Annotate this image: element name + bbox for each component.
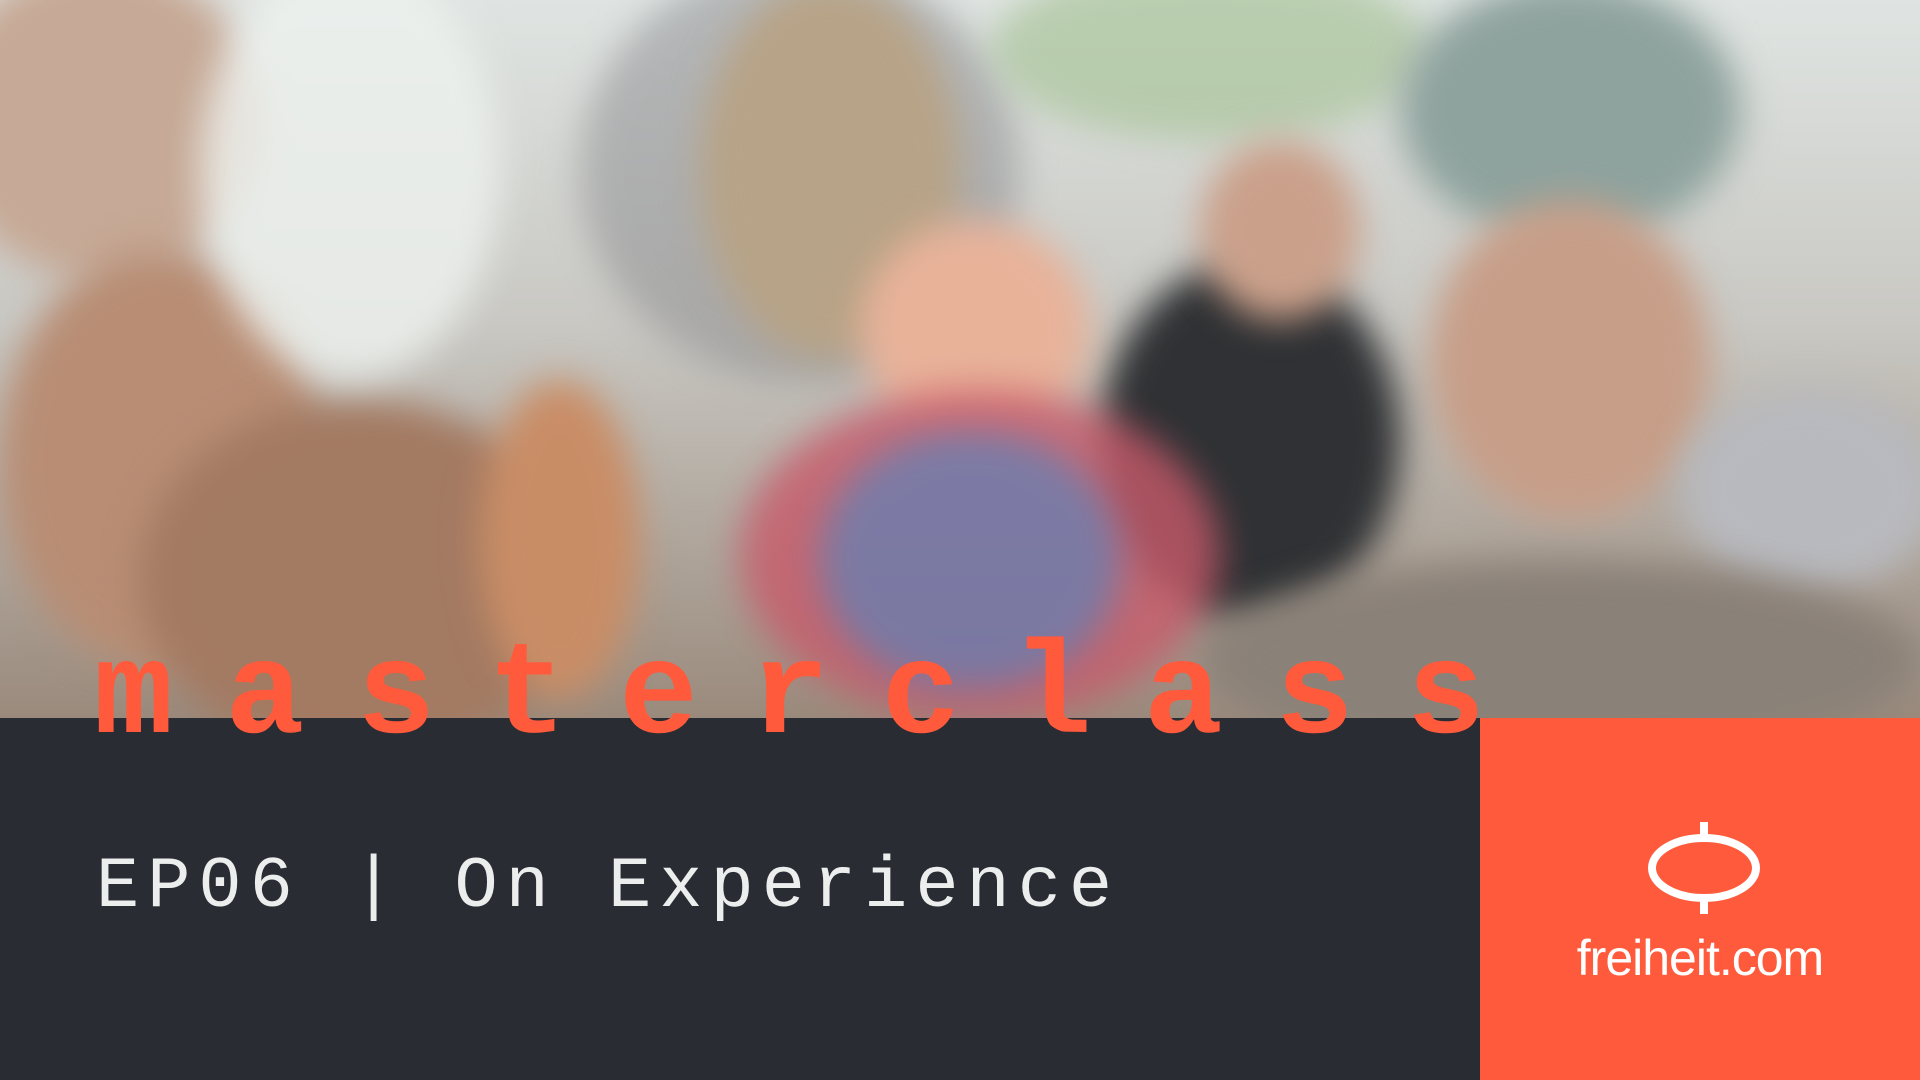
freiheit-logo-icon [1648,822,1760,914]
episode-title: EP06 | On Experience [96,846,1121,928]
headline: masterclass [94,622,1538,772]
brand-wordmark: freiheit.com [1576,930,1824,986]
background-photo [0,0,1920,718]
